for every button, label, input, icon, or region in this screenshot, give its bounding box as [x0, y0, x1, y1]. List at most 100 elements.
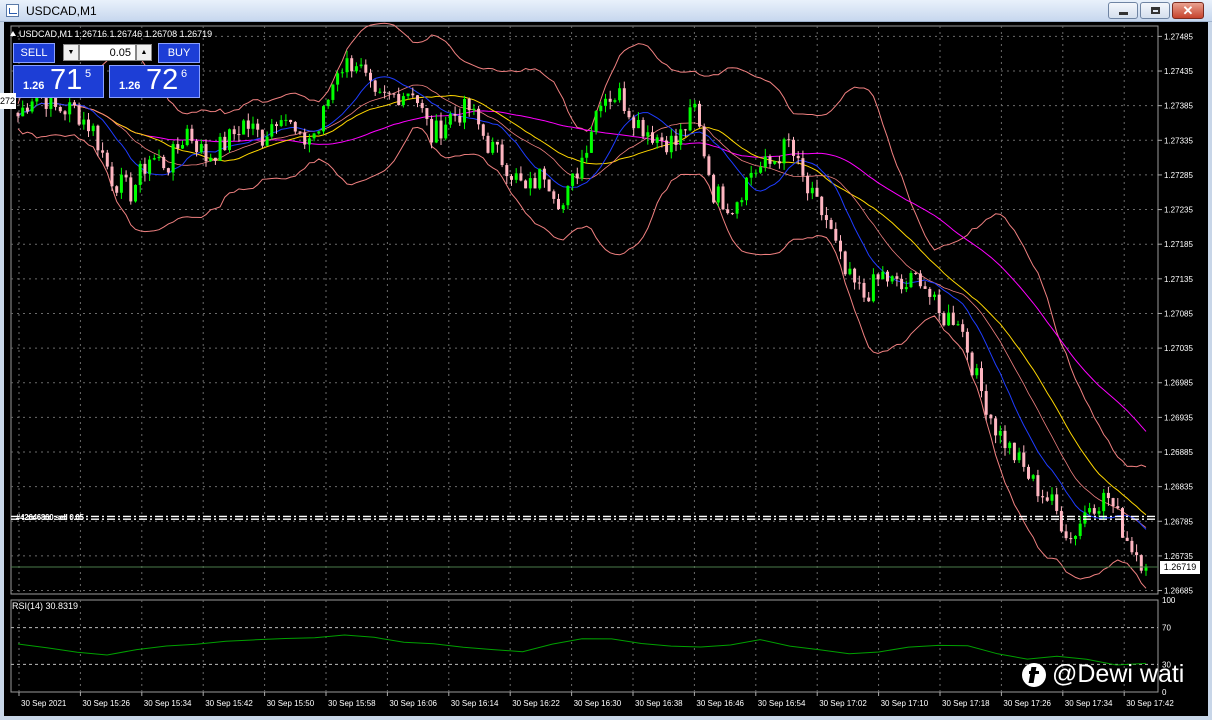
candle-body	[1092, 508, 1096, 514]
candle-body	[1027, 466, 1030, 479]
candle-body	[505, 165, 509, 177]
candle-body	[96, 125, 100, 151]
candle-body	[157, 156, 161, 159]
candle-body	[138, 163, 142, 185]
candle-body	[322, 106, 325, 132]
x-tick-label: 30 Sep 15:50	[267, 699, 315, 708]
candle-body	[618, 88, 622, 101]
buy-price-quote[interactable]: 1.26 72 6	[109, 64, 200, 98]
candle-body	[434, 120, 438, 143]
y-tick-label: 1.27385	[1164, 102, 1193, 111]
candle-body	[284, 119, 288, 121]
buy-quote-fraction: 6	[181, 68, 188, 80]
candle-body	[354, 66, 358, 72]
candle-body	[204, 144, 208, 162]
candle-body	[124, 174, 128, 178]
candle-body	[589, 131, 593, 153]
y-tick-label: 1.27435	[1164, 67, 1193, 76]
candle-body	[876, 274, 880, 280]
candle-body	[58, 106, 62, 112]
candle-body	[895, 276, 899, 279]
candle-body	[364, 64, 368, 73]
lot-decrease-button[interactable]: ▼	[63, 44, 79, 61]
candle-body	[716, 186, 720, 203]
candle-body	[702, 126, 706, 157]
candle-body	[914, 273, 918, 275]
lot-size-input[interactable]	[79, 44, 136, 61]
candle-body	[1059, 510, 1063, 532]
candle-body	[890, 276, 894, 282]
left-price-tag: 272	[0, 93, 16, 109]
candle-body	[260, 129, 264, 146]
candle-body	[994, 418, 998, 436]
candle-body	[881, 271, 885, 280]
candle-body	[392, 93, 396, 95]
candle-body	[486, 135, 490, 153]
candle-body	[693, 103, 697, 108]
candle-body	[115, 186, 119, 193]
candle-body	[110, 166, 114, 187]
sell-price-quote[interactable]: 1.26 71 5	[13, 64, 104, 98]
y-tick-label: 1.26735	[1164, 552, 1193, 561]
minimize-button[interactable]	[1108, 2, 1138, 19]
candle-body	[458, 115, 462, 123]
candle-body	[68, 102, 72, 115]
close-button[interactable]: ✕	[1172, 2, 1204, 19]
y-tick-label: 1.27035	[1164, 344, 1193, 353]
candle-body	[500, 144, 504, 166]
candle-body	[420, 103, 424, 109]
candle-body	[1097, 511, 1101, 514]
candle-body	[444, 124, 448, 139]
y-tick-label: 1.27235	[1164, 206, 1193, 215]
candle-body	[1012, 442, 1016, 461]
title-bar: USDCAD,M1 ✕	[0, 0, 1212, 22]
maximize-button[interactable]	[1140, 2, 1170, 19]
candle-body	[185, 128, 189, 146]
candle-body	[542, 168, 546, 180]
candle-body	[552, 191, 556, 199]
lot-increase-button[interactable]: ▲	[136, 44, 152, 61]
order-line-label[interactable]: #42646860 sell 0.05	[16, 513, 84, 522]
window-title: USDCAD,M1	[26, 4, 97, 18]
candle-body	[557, 198, 560, 210]
candle-body	[923, 286, 927, 289]
rsi-scale-label: 0	[1162, 688, 1167, 697]
candle-body	[228, 129, 231, 151]
candle-body	[585, 152, 589, 158]
candle-body	[669, 135, 673, 153]
candle-body	[928, 288, 932, 297]
candle-body	[1022, 452, 1026, 467]
candle-body	[1139, 555, 1143, 571]
candle-body	[594, 111, 598, 132]
candle-body	[801, 158, 805, 176]
y-tick-label: 1.26885	[1164, 448, 1193, 457]
candle-body	[641, 119, 645, 137]
candle-body	[495, 141, 499, 145]
rsi-scale-label: 100	[1162, 596, 1176, 605]
chart-window-icon	[6, 4, 19, 17]
y-tick-label: 1.26985	[1164, 379, 1193, 388]
candle-body	[1125, 537, 1129, 541]
candle-body	[862, 282, 866, 298]
candle-body	[246, 120, 250, 129]
price-chart[interactable]: 1.27485 1.27435 1.27385 1.27335 1.27285 1.272…	[4, 22, 1208, 716]
buy-button[interactable]: BUY	[158, 43, 200, 63]
candle-body	[63, 111, 67, 115]
candle-body	[303, 132, 307, 145]
candle-body	[679, 129, 683, 145]
chart-area[interactable]: 1.27485 1.27435 1.27385 1.27335 1.27285 1.272…	[0, 22, 1208, 716]
candle-body	[651, 132, 654, 143]
candle-body	[759, 167, 763, 173]
x-tick-label: 30 Sep 17:10	[881, 699, 929, 708]
candle-body	[768, 156, 772, 164]
x-tick-label: 30 Sep 16:46	[696, 699, 744, 708]
candle-body	[792, 139, 795, 156]
rsi-plot-frame	[10, 599, 1159, 693]
candle-body	[604, 98, 607, 106]
candle-body	[918, 273, 922, 287]
collapse-triangle-icon[interactable]	[10, 31, 16, 36]
candle-body	[528, 178, 532, 189]
sell-button[interactable]: SELL	[13, 43, 55, 63]
candle-body	[251, 123, 255, 129]
candle-body	[411, 93, 415, 96]
